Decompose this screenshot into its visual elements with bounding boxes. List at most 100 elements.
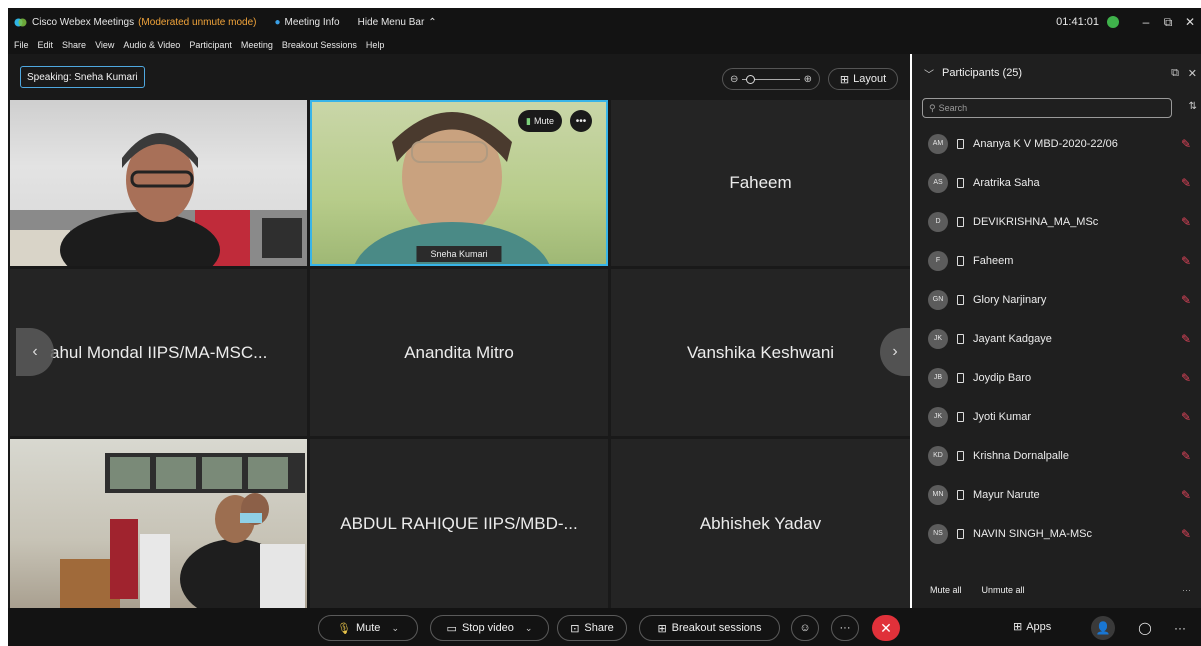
mic-muted-icon[interactable]: ✎	[1179, 488, 1193, 502]
layout-button[interactable]: ⊞ Layout	[828, 68, 898, 90]
apps-button[interactable]: ⊞ Apps	[1013, 620, 1051, 634]
video-tile-abhishek[interactable]: Abhishek Yadav	[611, 439, 910, 608]
menu-meeting[interactable]: Meeting	[241, 40, 273, 50]
participant-row[interactable]: MN Mayur Narute ✎	[912, 475, 1201, 514]
collapse-chevron-icon[interactable]: ﹀	[924, 66, 934, 81]
device-icon	[957, 294, 964, 305]
participant-name: Jyoti Kumar	[973, 410, 1032, 423]
menu-bar: File Edit Share View Audio & Video Parti…	[8, 36, 1201, 54]
mic-muted-icon[interactable]: ✎	[1179, 254, 1193, 268]
more-icon: ···	[839, 622, 851, 634]
webex-window: Cisco Webex Meetings (Moderated unmute m…	[0, 0, 1201, 646]
zoom-track[interactable]	[742, 74, 800, 84]
tile-more-icon[interactable]: •••	[570, 110, 592, 132]
menu-breakout-sessions[interactable]: Breakout Sessions	[282, 40, 357, 50]
participant-row[interactable]: JK Jayant Kadgaye ✎	[912, 319, 1201, 358]
share-label: Share	[584, 622, 614, 634]
participant-row[interactable]: AS Aratrika Saha ✎	[912, 163, 1201, 202]
mic-muted-icon[interactable]: ✎	[1179, 137, 1193, 151]
menu-edit[interactable]: Edit	[38, 40, 54, 50]
menu-file[interactable]: File	[14, 40, 29, 50]
menu-participant[interactable]: Participant	[189, 40, 232, 50]
tile-mute-label: Mute	[533, 116, 554, 126]
search-icon: ⚲	[929, 102, 936, 113]
pop-out-icon[interactable]: ⧉	[1171, 67, 1179, 80]
close-panel-icon[interactable]: ✕	[1188, 67, 1197, 80]
chevron-down-icon[interactable]: ⌄	[391, 623, 399, 634]
mic-muted-icon[interactable]: ✎	[1179, 176, 1193, 190]
video-tile-abdul[interactable]: ABDUL RAHIQUE IIPS/MBD-...	[310, 439, 608, 608]
minimize-icon[interactable]: –	[1135, 15, 1157, 29]
mic-muted-icon[interactable]: ✎	[1179, 449, 1193, 463]
stop-video-button[interactable]: ▭ Stop video ⌄	[430, 615, 549, 641]
video-tile-office[interactable]	[10, 439, 307, 608]
share-button[interactable]: ⊡ Share	[557, 615, 627, 641]
close-window-icon[interactable]: ✕	[1179, 15, 1201, 29]
mic-muted-icon[interactable]: ✎	[1179, 215, 1193, 229]
hide-menu-bar-button[interactable]: Hide Menu Bar ⌃	[358, 17, 437, 28]
active-speaker-label: Speaking: Sneha Kumari	[20, 66, 145, 88]
menu-view[interactable]: View	[95, 40, 114, 50]
avatar: NS	[928, 523, 948, 544]
participants-panel: ﹀ Participants (25) ⧉ ✕ ⚲ Search ⇅ AM An…	[912, 54, 1201, 608]
more-controls-button[interactable]: ···	[831, 615, 859, 641]
reactions-button[interactable]: ☺	[791, 615, 819, 641]
grid-icon: ⊞	[839, 73, 850, 86]
video-stage: Speaking: Sneha Kumari ⊖ ⊕ ⊞ Layout ▮ Mu…	[8, 54, 910, 608]
more-panels-icon[interactable]: ···	[1168, 616, 1192, 640]
participants-footer: Mute all Unmute all ···	[912, 578, 1201, 602]
video-tile-anandita[interactable]: Anandita Mitro	[310, 269, 608, 436]
restore-icon[interactable]: ⧉	[1157, 15, 1179, 30]
mic-muted-icon[interactable]: ✎	[1179, 293, 1193, 307]
participant-row[interactable]: KD Krishna Dornalpalle ✎	[912, 436, 1201, 475]
menu-share[interactable]: Share	[62, 40, 86, 50]
participant-row[interactable]: NS NAVIN SINGH_MA-MSc ✎	[912, 514, 1201, 553]
mic-muted-icon[interactable]: ✎	[1179, 410, 1193, 424]
unmute-all-button[interactable]: Unmute all	[982, 585, 1025, 595]
hide-menu-label: Hide Menu Bar	[357, 16, 425, 28]
video-tile-presenter[interactable]	[10, 100, 307, 266]
device-icon	[957, 255, 964, 266]
participant-row[interactable]: JB Joydip Baro ✎	[912, 358, 1201, 397]
participant-name: Mayur Narute	[973, 488, 1040, 501]
meeting-info-button[interactable]: ● Meeting Info	[275, 17, 340, 28]
menu-audio-video[interactable]: Audio & Video	[123, 40, 180, 50]
zoom-slider[interactable]: ⊖ ⊕	[722, 68, 820, 90]
device-icon	[957, 372, 964, 383]
sort-icon[interactable]: ⇅	[1189, 101, 1197, 112]
participant-row[interactable]: AM Ananya K V MBD-2020-22/06 ✎	[912, 124, 1201, 163]
participant-row[interactable]: F Faheem ✎	[912, 241, 1201, 280]
participant-row[interactable]: JK Jyoti Kumar ✎	[912, 397, 1201, 436]
end-meeting-button[interactable]: ✕	[872, 615, 900, 641]
avatar: AM	[928, 133, 948, 154]
participant-name: Glory Narjinary	[973, 293, 1047, 306]
tile-mute-button[interactable]: ▮ Mute	[518, 110, 562, 132]
mic-muted-icon[interactable]: ✎	[1179, 371, 1193, 385]
video-tile-rahul[interactable]: ahul Mondal IIPS/MA-MSC...	[10, 269, 307, 436]
breakout-icon: ⊞	[657, 622, 667, 635]
mic-muted-icon[interactable]: ✎	[1179, 527, 1193, 541]
mute-label: Mute	[355, 622, 381, 634]
more-options-icon[interactable]: ···	[1182, 585, 1191, 595]
zoom-out-icon[interactable]: ⊖	[730, 74, 738, 85]
avatar: JK	[928, 406, 948, 427]
breakout-sessions-button[interactable]: ⊞ Breakout sessions	[639, 615, 780, 641]
menu-help[interactable]: Help	[366, 40, 385, 50]
chat-icon[interactable]: ◯	[1133, 616, 1157, 640]
mute-all-button[interactable]: Mute all	[930, 585, 962, 595]
zoom-knob[interactable]	[746, 74, 756, 84]
participants-title: Participants (25)	[942, 67, 1023, 79]
video-tile-faheem[interactable]: Faheem	[611, 100, 910, 266]
mute-button[interactable]: 🎙 Mute ⌄	[318, 615, 418, 641]
mic-muted-icon[interactable]: ✎	[1179, 332, 1193, 346]
participant-row[interactable]: D DEVIKRISHNA_MA_MSc ✎	[912, 202, 1201, 241]
participants-toggle-icon[interactable]: 👤	[1091, 616, 1115, 640]
participant-row[interactable]: GN Glory Narjinary ✎	[912, 280, 1201, 319]
video-tile-sneha[interactable]: ▮ Mute ••• Sneha Kumari	[310, 100, 608, 266]
chevron-down-icon[interactable]: ⌄	[525, 623, 533, 634]
zoom-in-icon[interactable]: ⊕	[804, 74, 812, 85]
participant-search-input[interactable]: ⚲ Search	[922, 98, 1172, 118]
stop-video-label: Stop video	[461, 622, 514, 634]
video-tile-vanshika[interactable]: Vanshika Keshwani	[611, 269, 910, 436]
breakout-label: Breakout sessions	[671, 622, 762, 634]
